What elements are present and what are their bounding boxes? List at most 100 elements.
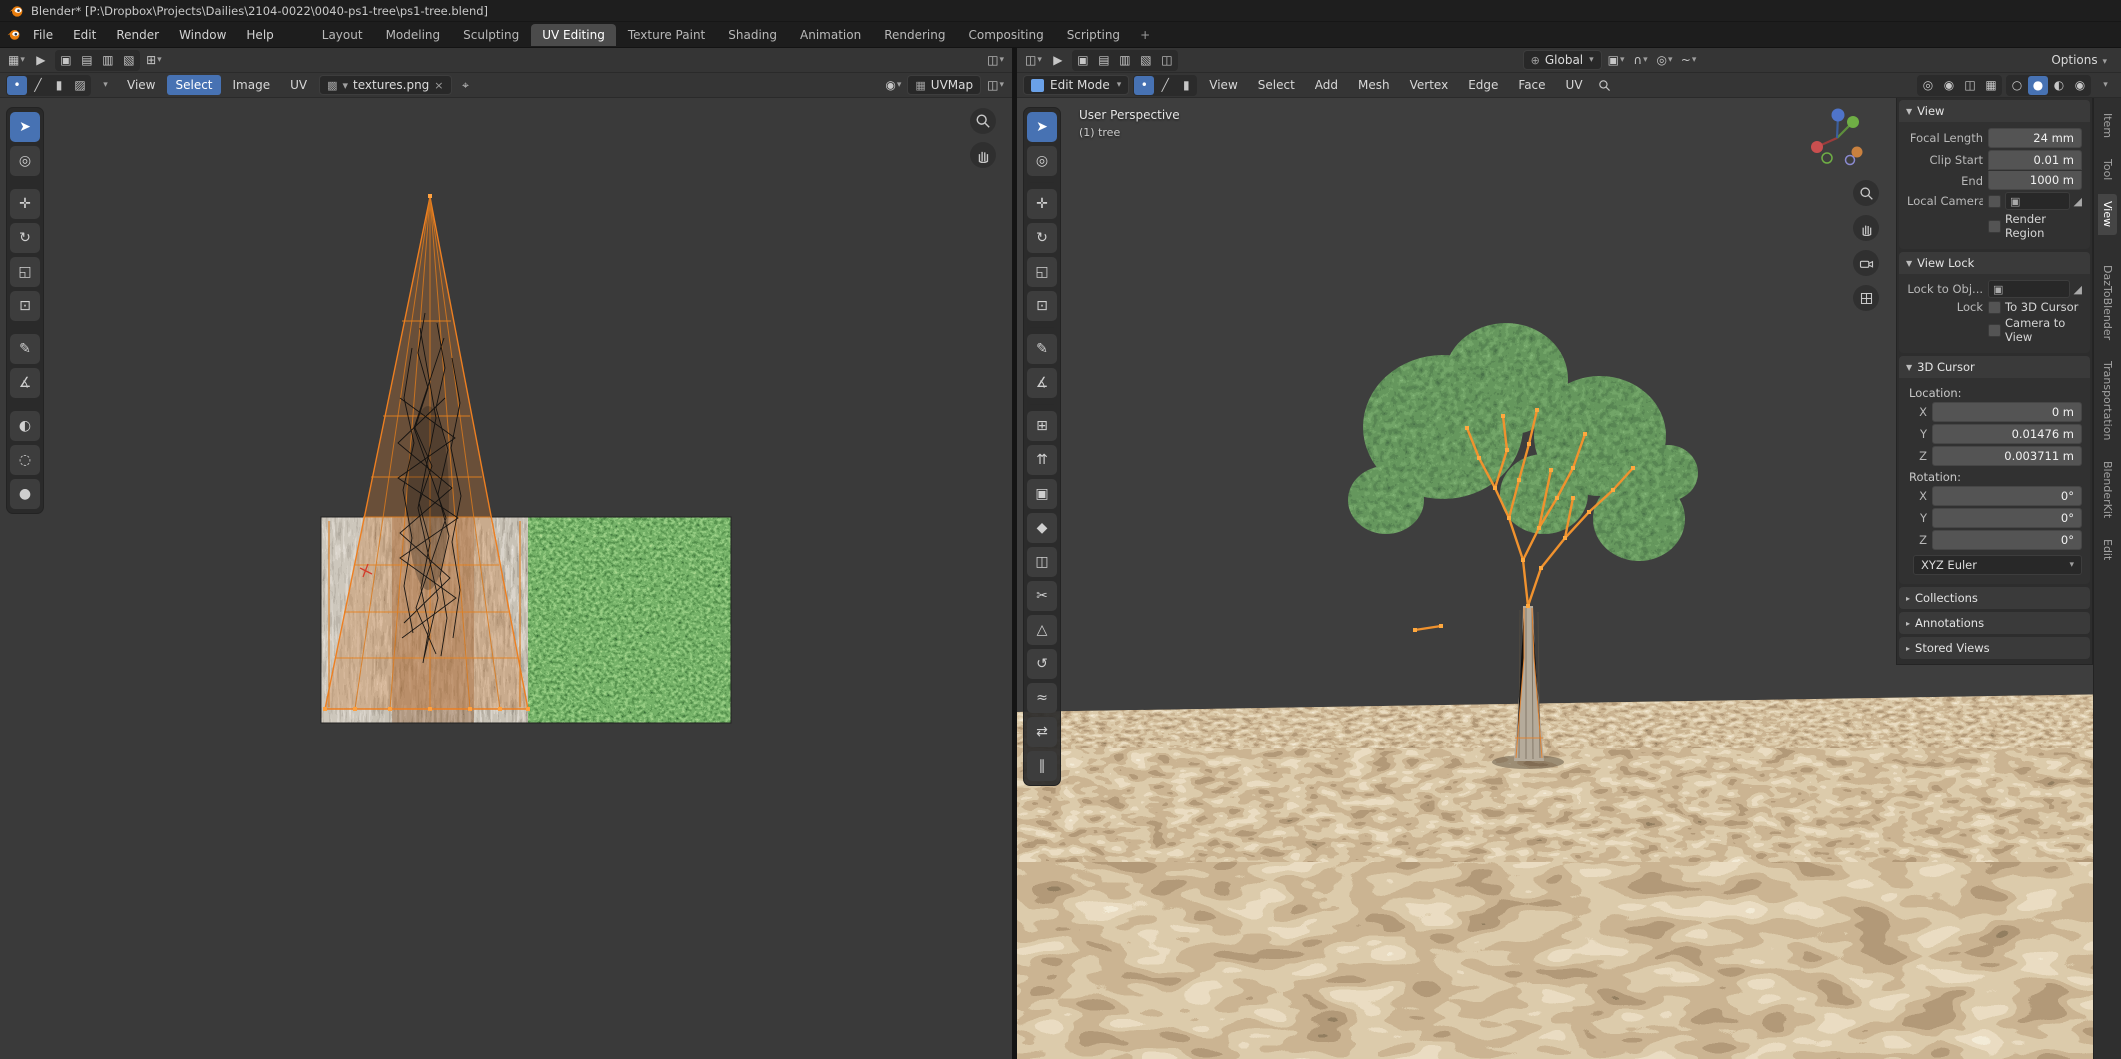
workspace-tab-modeling[interactable]: Modeling (375, 24, 452, 46)
focal-length-field[interactable]: 24 mm (1988, 128, 2082, 148)
show-overlays-icon[interactable]: ◉ (1939, 76, 1959, 95)
blender-menu-icon[interactable] (6, 27, 22, 43)
sidebar-tab-view[interactable]: View (2098, 194, 2117, 234)
v3d-overlay-c-icon[interactable]: ◫ (1157, 51, 1177, 70)
view-panel-header[interactable]: ▼ View (1899, 100, 2090, 122)
uv-select-mode-vertex-icon[interactable]: • (7, 76, 27, 95)
xray-toggle-icon[interactable]: ◫ (1960, 76, 1980, 95)
rotate-tool[interactable]: ↻ (1027, 223, 1057, 253)
v3d-canvas[interactable]: User Perspective (1) tree ➤ ◎ ✛ ↻ ◱ ⊡ ✎ … (1017, 98, 2121, 1059)
sidebar-tab-transportation[interactable]: Transportation (2098, 354, 2117, 447)
v3d-menu-edge[interactable]: Edge (1460, 75, 1506, 95)
smooth-tool[interactable]: ≈ (1027, 683, 1057, 713)
v3d-menu-select[interactable]: Select (1250, 75, 1303, 95)
v3d-menu-view[interactable]: View (1201, 75, 1245, 95)
shading-wireframe-icon[interactable]: ○ (2007, 76, 2027, 95)
viewport-search-icon[interactable] (1595, 76, 1615, 95)
cursor-location-y-field[interactable]: 0.01476 m (1932, 424, 2082, 444)
cursor-rotation-x-field[interactable]: 0° (1932, 486, 2082, 506)
camera-to-view-checkbox[interactable] (1988, 324, 2001, 337)
uv-pivot-icon[interactable]: ▣ (56, 51, 76, 70)
uv-options-icon[interactable]: ⊞▾ (144, 51, 164, 70)
poly-build-tool[interactable]: △ (1027, 615, 1057, 645)
sidebar-tab-blenderkit[interactable]: BlenderKit (2098, 454, 2117, 525)
view-lock-header[interactable]: ▼ View Lock (1899, 252, 2090, 274)
v3d-mirror-icon[interactable]: ▤ (1094, 51, 1114, 70)
workspace-tab-uv-editing[interactable]: UV Editing (531, 24, 616, 46)
workspace-tab-shading[interactable]: Shading (717, 24, 788, 46)
stored-views-header[interactable]: ▸ Stored Views (1899, 637, 2090, 659)
workspace-tab-rendering[interactable]: Rendering (873, 24, 956, 46)
shear-tool[interactable]: ∥ (1027, 751, 1057, 781)
vertex-mode-icon[interactable]: • (1134, 76, 1154, 95)
pin-icon[interactable]: ⌖ (456, 76, 476, 95)
show-gizmo-icon[interactable]: ◎ (1918, 76, 1938, 95)
navigation-gizmo[interactable] (1805, 106, 1869, 170)
shading-solid-icon[interactable]: ● (2028, 76, 2048, 95)
v3d-menu-add[interactable]: Add (1307, 75, 1346, 95)
cursor-tool[interactable]: ◎ (10, 146, 40, 176)
eyedropper-icon[interactable]: ◢ (2074, 283, 2082, 296)
mode-dropdown[interactable]: Edit Mode ▾ (1023, 75, 1129, 95)
workspace-tab-compositing[interactable]: Compositing (957, 24, 1054, 46)
sidebar-tab-edit[interactable]: Edit (2098, 532, 2117, 567)
uv-menu-image[interactable]: Image (225, 75, 279, 95)
v3d-overlay-b-icon[interactable]: ▧ (1136, 51, 1156, 70)
camera-view-icon[interactable] (1853, 250, 1879, 276)
browse-image-icon[interactable]: ▾ (343, 79, 349, 92)
uv-select-mode-edge-icon[interactable]: ╱ (28, 76, 48, 95)
menu-window[interactable]: Window (170, 25, 235, 45)
pan-hand-icon[interactable] (1853, 215, 1879, 241)
move-tool[interactable]: ✛ (10, 189, 40, 219)
sidebar-tab-item[interactable]: Item (2098, 106, 2117, 145)
annotate-tool[interactable]: ✎ (10, 334, 40, 364)
cursor-panel-header[interactable]: ▼ 3D Cursor (1899, 356, 2090, 378)
menu-edit[interactable]: Edit (64, 25, 105, 45)
uv-select-mode-face-icon[interactable]: ▮ (49, 76, 69, 95)
annotations-header[interactable]: ▸ Annotations (1899, 612, 2090, 634)
falloff-icon[interactable]: ~▾ (1679, 51, 1699, 70)
snap-target-icon[interactable]: ▣▾ (1606, 51, 1627, 70)
uv-menu-select[interactable]: Select (167, 75, 220, 95)
snap-magnet-icon[interactable]: ∩▾ (1631, 51, 1651, 70)
v3d-editor-type-icon[interactable]: ◫▾ (1023, 51, 1044, 70)
v3d-menu-face[interactable]: Face (1510, 75, 1553, 95)
transform-orientation-dropdown[interactable]: ⊕ Global ▾ (1523, 50, 1602, 70)
face-mode-icon[interactable]: ▮ (1176, 76, 1196, 95)
axis-y-ball[interactable] (1847, 116, 1859, 128)
v3d-menu-vertex[interactable]: Vertex (1402, 75, 1457, 95)
uv-image-selector[interactable]: ▩ ▾ textures.png × (319, 75, 451, 95)
workspace-tab-layout[interactable]: Layout (311, 24, 374, 46)
extrude-tool[interactable]: ⇈ (1027, 445, 1057, 475)
uv-display-channel-icon[interactable]: ◉▾ (883, 76, 903, 95)
add-workspace-button[interactable]: + (1132, 24, 1158, 46)
grid-overlay-icon[interactable]: ▦ (1981, 76, 2001, 95)
uv-sticky-select-icon[interactable]: ▾ (95, 76, 115, 95)
pan-hand-icon[interactable] (970, 142, 996, 168)
workspace-tab-texture-paint[interactable]: Texture Paint (617, 24, 716, 46)
transform-tool[interactable]: ⊡ (1027, 291, 1057, 321)
shading-rendered-icon[interactable]: ◉ (2070, 76, 2090, 95)
uv-select-mode-island-icon[interactable]: ▨ (70, 76, 90, 95)
cursor-rotation-y-field[interactable]: 0° (1932, 508, 2082, 528)
uv-overlap-icon[interactable]: ▧ (119, 51, 139, 70)
add-cube-tool[interactable]: ⊞ (1027, 411, 1057, 441)
render-region-checkbox[interactable] (1988, 220, 2001, 233)
v3d-overlay-a-icon[interactable]: ▥ (1115, 51, 1135, 70)
uv-display-toggle-icon[interactable]: ◫▾ (985, 51, 1006, 70)
local-camera-checkbox[interactable] (1988, 195, 2001, 208)
rotation-order-dropdown[interactable]: XYZ Euler ▾ (1913, 555, 2082, 575)
inset-faces-tool[interactable]: ▣ (1027, 479, 1057, 509)
menu-file[interactable]: File (24, 25, 62, 45)
workspace-tab-scripting[interactable]: Scripting (1056, 24, 1131, 46)
clip-start-field[interactable]: 0.01 m (1988, 150, 2082, 170)
lock-to-object-field[interactable]: ▣ (1988, 280, 2070, 298)
scale-tool[interactable]: ◱ (1027, 257, 1057, 287)
grab-brush-tool[interactable]: ◐ (10, 411, 40, 441)
cursor-location-x-field[interactable]: 0 m (1932, 402, 2082, 422)
tweak-select-tool[interactable]: ➤ (10, 112, 40, 142)
proportional-edit-icon[interactable]: ◎▾ (1655, 51, 1675, 70)
cursor-tool[interactable]: ◎ (1027, 146, 1057, 176)
options-menu[interactable]: Options ▾ (2043, 50, 2115, 70)
workspace-tab-animation[interactable]: Animation (789, 24, 872, 46)
